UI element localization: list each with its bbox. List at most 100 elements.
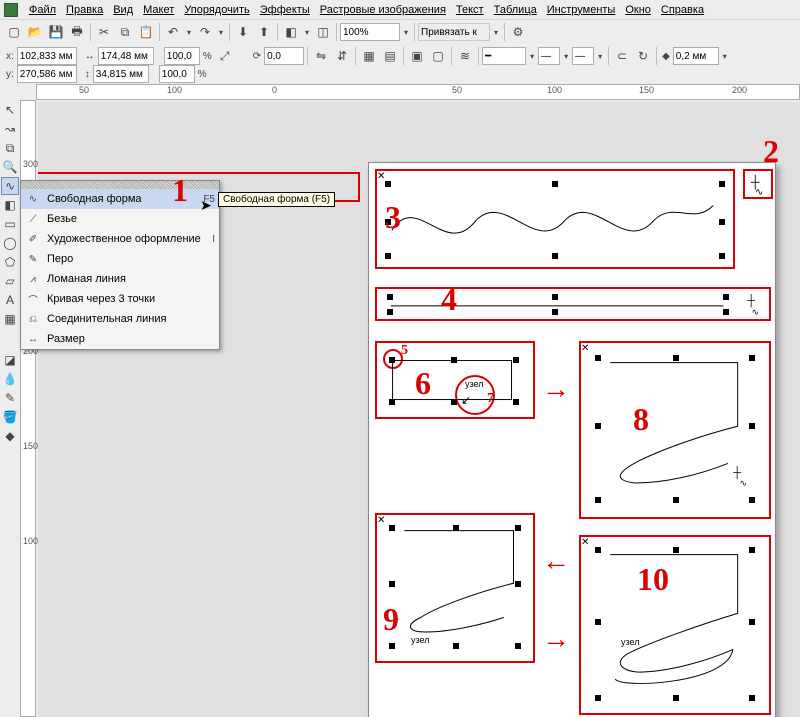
arrow-right-icon: → [542,373,570,405]
mirror-h-button[interactable]: ⇋ [311,46,331,66]
launcher-dropdown[interactable]: ▾ [302,28,312,37]
closepath-button[interactable]: ⊂ [612,46,632,66]
smartfill-tool[interactable]: ◧ [1,196,19,214]
crop-tool[interactable]: ⧉ [1,139,19,157]
import-button[interactable]: ⬇ [233,22,253,42]
mirror-v-button[interactable]: ⇵ [332,46,352,66]
redo-button[interactable]: ↷ [195,22,215,42]
flyout-connector[interactable]: ⎌ Соединительная линия [21,309,219,329]
flyout-freehand[interactable]: ∿ Свободная форма F5 [21,189,219,209]
text-tool[interactable]: A [1,291,19,309]
startarrow-field[interactable]: — [538,47,560,65]
lock-ratio-button[interactable]: ⤢ [215,46,235,66]
y-field[interactable]: 270,586 мм [17,65,77,83]
zoom-field[interactable]: 100% [340,23,400,41]
undo-dropdown[interactable]: ▾ [184,28,194,37]
flyout-3point[interactable]: ⌒ Кривая через 3 точки [21,289,219,309]
w-field[interactable]: 174,48 мм [98,47,154,65]
linestyle-dropdown[interactable]: ▾ [527,52,537,61]
app-launcher-button[interactable]: ◧ [281,22,301,42]
menu-bitmaps[interactable]: Растровые изображения [315,3,451,17]
toolbox: ↖ ↝ ⧉ 🔍 ∿ ◧ ▭ ◯ ⬠ ▱ A ▦ [0,100,20,329]
flyout-label: Безье [47,213,215,225]
tofront-button[interactable]: ▣ [407,46,427,66]
wave-icon: ∿ [751,307,759,318]
undo-button[interactable]: ↶ [163,22,183,42]
flyout-grip[interactable] [21,181,219,189]
zoom-tool[interactable]: 🔍 [1,158,19,176]
linestyle-field[interactable]: ━ [482,47,526,65]
endarrow-dropdown[interactable]: ▾ [595,52,605,61]
print-button[interactable]: 🖶 [67,22,87,42]
menu-arrange[interactable]: Упорядочить [179,3,254,17]
node-label: узел [411,635,429,645]
flyout-polyline[interactable]: ⩘ Ломаная линия [21,269,219,289]
snap-label[interactable]: Привязать к [418,23,490,41]
menu-file[interactable]: Файл [24,3,61,17]
rectangle-tool[interactable]: ▭ [1,215,19,233]
freehand-tool[interactable]: ∿ [1,177,19,195]
ruler-tick: 150 [23,441,38,451]
rot-field[interactable]: 0,0 [264,47,304,65]
interactive-tool[interactable]: ◪ [1,351,19,369]
percent-x-label: % [201,51,214,62]
x-field[interactable]: 102,833 мм [17,47,77,65]
open-button[interactable]: 📂 [25,22,45,42]
menu-effects[interactable]: Эффекты [255,3,315,17]
endarrow-field[interactable]: — [572,47,594,65]
flyout-pen[interactable]: ✎ Перо [21,249,219,269]
sy-field[interactable]: 100,0 [159,65,195,83]
flyout-dimension[interactable]: ↔ Размер [21,329,219,349]
toback-button[interactable]: ▢ [428,46,448,66]
menu-edit[interactable]: Правка [61,3,108,17]
autoclose-button[interactable]: ↻ [633,46,653,66]
options-button[interactable]: ⚙ [508,22,528,42]
flyout-artistic[interactable]: ✐ Художественное оформление I [21,229,219,249]
ellipse-tool[interactable]: ◯ [1,234,19,252]
polygon-tool[interactable]: ⬠ [1,253,19,271]
flyout-bezier[interactable]: ⟋ Безье [21,209,219,229]
ungroup-button[interactable]: ▦ [359,46,379,66]
toolbox2: ◪ 💧 ✎ 🪣 ◆ [0,350,20,446]
menu-table[interactable]: Таблица [489,3,542,17]
h-field[interactable]: 34,815 мм [93,65,149,83]
menu-layout[interactable]: Макет [138,3,179,17]
property-bar-2: y: 270,586 мм ↕ 34,815 мм 100,0 % [0,64,800,84]
arrange-button[interactable]: ▤ [380,46,400,66]
arrow-right-icon: → [542,623,570,655]
menu-text[interactable]: Текст [451,3,489,17]
table-tool[interactable]: ▦ [1,310,19,328]
new-button[interactable]: ▢ [4,22,24,42]
outline-dropdown[interactable]: ▾ [720,52,730,61]
shape-tool[interactable]: ↝ [1,120,19,138]
page[interactable]: ┼ ∿ ┼ ∿ узел ↙ [368,162,776,717]
basicshapes-tool[interactable]: ▱ [1,272,19,290]
annotation-box-9: узел [375,513,535,663]
welcome-button[interactable]: ◫ [313,22,333,42]
pick-tool[interactable]: ↖ [1,101,19,119]
fill-tool[interactable]: 🪣 [1,408,19,426]
interactivefill-tool[interactable]: ◆ [1,427,19,445]
menu-window[interactable]: Окно [620,3,656,17]
cursor-pointer-icon: ➤ [200,197,212,214]
outline-tool[interactable]: ✎ [1,389,19,407]
annotation-num-10: 10 [637,561,669,598]
wrap-button[interactable]: ≋ [455,46,475,66]
annotation-num-9: 9 [383,601,399,638]
sx-field[interactable]: 100,0 [164,47,200,65]
startarrow-dropdown[interactable]: ▾ [561,52,571,61]
export-button[interactable]: ⬆ [254,22,274,42]
redo-dropdown[interactable]: ▾ [216,28,226,37]
outline-field[interactable]: 0,2 мм [673,47,719,65]
menu-tools[interactable]: Инструменты [542,3,621,17]
menu-help[interactable]: Справка [656,3,709,17]
save-button[interactable]: 💾 [46,22,66,42]
paste-button[interactable]: 📋 [136,22,156,42]
zoom-dropdown[interactable]: ▾ [401,28,411,37]
snap-dropdown[interactable]: ▾ [491,28,501,37]
polyline-icon: ⩘ [25,272,41,286]
cut-button[interactable]: ✂ [94,22,114,42]
eyedropper-tool[interactable]: 💧 [1,370,19,388]
menu-view[interactable]: Вид [108,3,138,17]
copy-button[interactable]: ⧉ [115,22,135,42]
